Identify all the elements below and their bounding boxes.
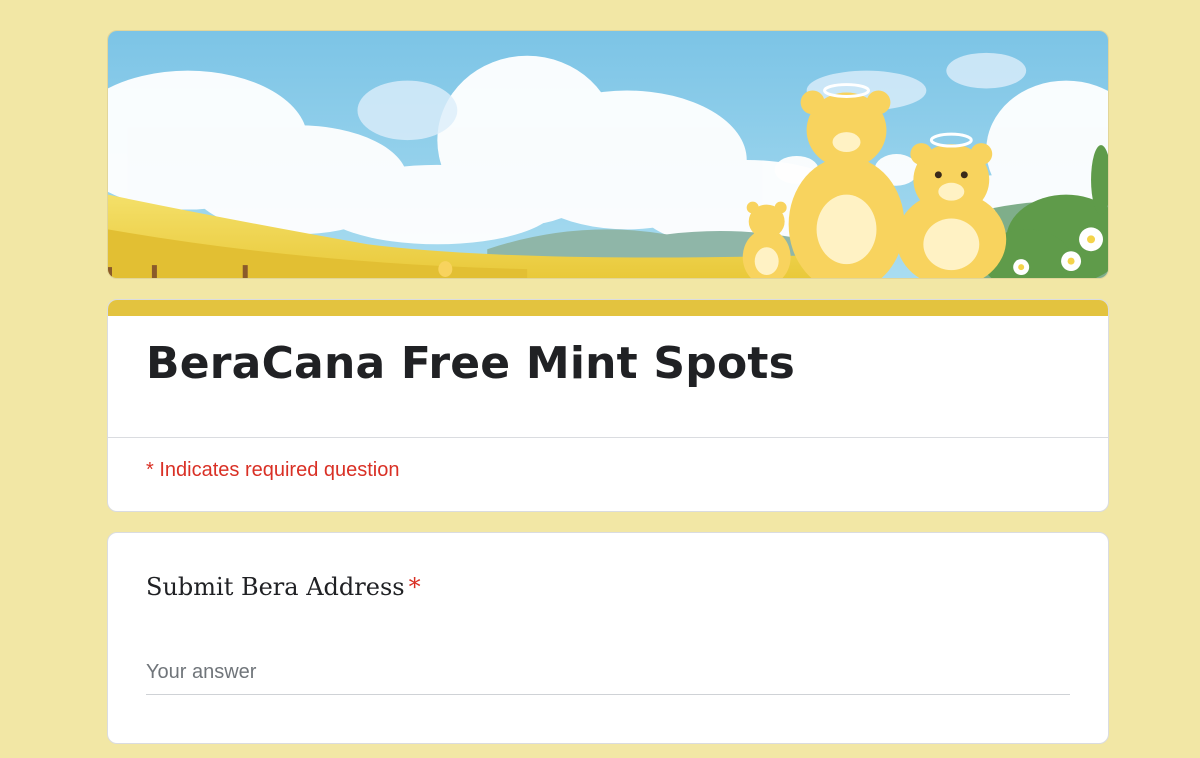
required-note: * Indicates required question xyxy=(146,459,400,481)
header-divider xyxy=(108,437,1108,438)
question-label: Submit Bera Address xyxy=(146,573,405,601)
form-page: BeraCana Free Mint Spots * Indicates req… xyxy=(0,0,1200,758)
question-card: Submit Bera Address * xyxy=(107,532,1109,744)
bera-address-input[interactable] xyxy=(146,653,1070,695)
required-asterisk: * xyxy=(408,573,421,601)
form-header-card: BeraCana Free Mint Spots * Indicates req… xyxy=(107,299,1109,512)
bear-illustration xyxy=(108,31,1108,278)
form-title: BeraCana Free Mint Spots xyxy=(146,338,796,389)
question-title: Submit Bera Address * xyxy=(146,573,421,601)
theme-accent-bar xyxy=(108,300,1108,316)
header-banner-image xyxy=(107,30,1109,279)
